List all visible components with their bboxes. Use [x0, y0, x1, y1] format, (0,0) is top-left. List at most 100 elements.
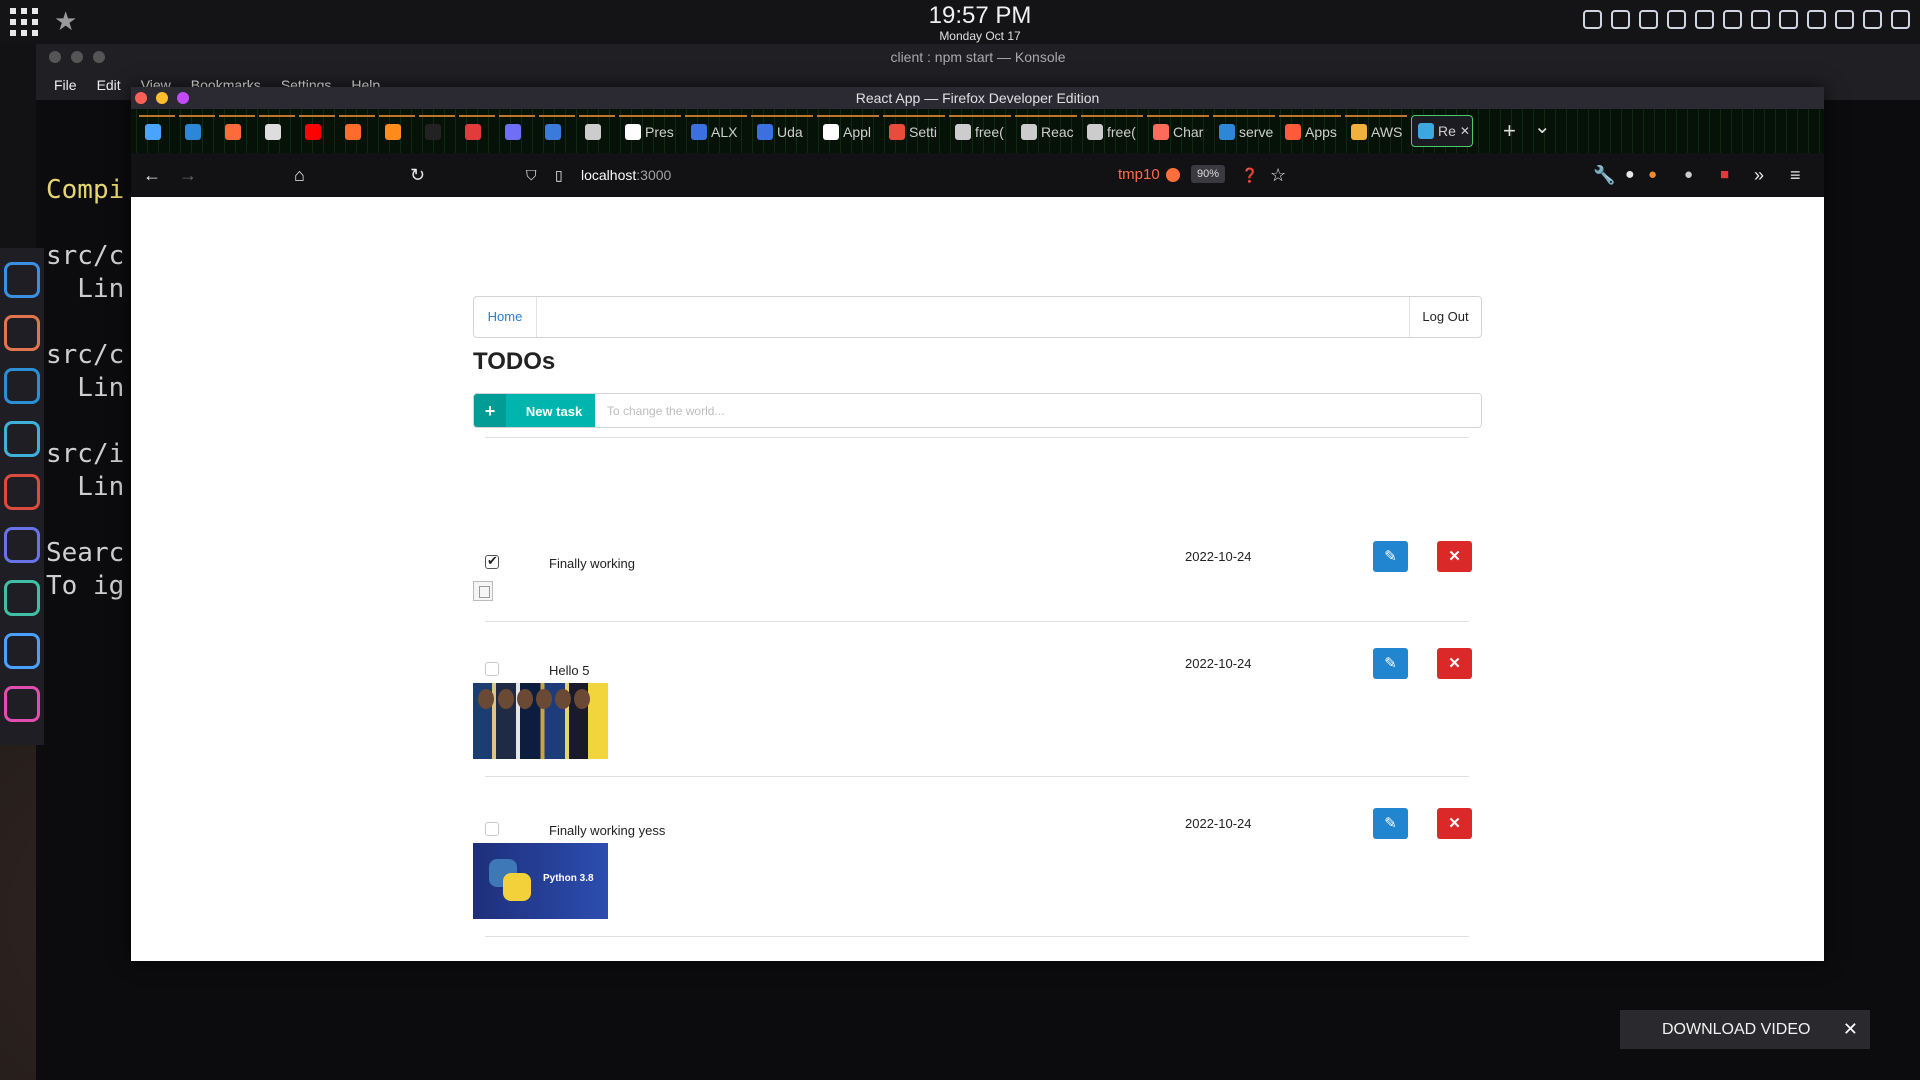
edit-pencil-button[interactable]: ✎ [1373, 808, 1408, 839]
extension-red-icon[interactable]: ■ [1720, 153, 1729, 197]
dropbox-icon[interactable] [1723, 10, 1742, 29]
bookmark-star-icon[interactable]: ☆ [1270, 153, 1286, 197]
wifi-icon[interactable] [1807, 10, 1826, 29]
tab-close-icon[interactable]: ✕ [1460, 124, 1470, 138]
browser-tab[interactable] [179, 115, 215, 147]
url-bar[interactable]: localhost:3000 [581, 153, 671, 197]
home-link[interactable]: Home [474, 297, 537, 337]
home-icon[interactable]: ⌂ [294, 153, 305, 197]
browser-tab[interactable] [259, 115, 295, 147]
browser-tab[interactable]: free( [949, 115, 1011, 147]
back-arrow-icon[interactable]: ← [143, 153, 161, 197]
browser-tab[interactable] [379, 115, 415, 147]
browser-tab[interactable] [299, 115, 335, 147]
browser-tab[interactable]: Uda [751, 115, 813, 147]
alert-icon[interactable] [1583, 10, 1602, 29]
todoist-icon[interactable] [4, 474, 40, 510]
plus-icon: + [474, 394, 506, 427]
download-video-banner[interactable]: DOWNLOAD VIDEO ✕ [1620, 1010, 1870, 1049]
terminal-line: src/i [46, 439, 125, 469]
konsole-minimize-button[interactable] [71, 51, 83, 63]
container-label[interactable]: tmp10 [1118, 153, 1160, 197]
shield-icon[interactable]: ⛉ [526, 153, 537, 197]
browser-tab[interactable] [499, 115, 535, 147]
browser-tab[interactable]: Char [1147, 115, 1209, 147]
overflow-chevron-icon[interactable]: » [1754, 153, 1764, 197]
delete-button[interactable]: ✕ [1437, 648, 1472, 679]
browser-tab[interactable] [579, 115, 615, 147]
reload-icon[interactable]: ↻ [410, 153, 425, 197]
wrench-icon[interactable]: 🔧 [1593, 153, 1615, 197]
delete-button[interactable]: ✕ [1437, 541, 1472, 572]
todo-checkbox[interactable] [485, 553, 499, 569]
edit-icon[interactable] [1667, 10, 1686, 29]
konsole-menu-file[interactable]: File [54, 70, 77, 100]
new-task-button[interactable]: + New task [474, 394, 595, 427]
favorites-star-icon[interactable]: ★ [54, 6, 77, 36]
window-maximize-button[interactable] [177, 92, 189, 104]
battery-icon[interactable] [1863, 10, 1882, 29]
browser-tab[interactable] [219, 115, 255, 147]
vscode-icon[interactable] [4, 368, 40, 404]
terminal-icon[interactable] [4, 421, 40, 457]
todo-checkbox[interactable] [485, 662, 499, 676]
new-tab-plus-icon[interactable]: + [1503, 118, 1516, 144]
window-minimize-button[interactable] [156, 92, 168, 104]
close-icon[interactable]: ✕ [1843, 1010, 1858, 1049]
system-top-panel: ★ 19:57 PM Monday Oct 17 [0, 0, 1920, 44]
display-icon[interactable] [1751, 10, 1770, 29]
forward-arrow-icon[interactable]: → [179, 153, 197, 197]
pocket-icon[interactable]: ● [1625, 153, 1635, 197]
todo-checkbox[interactable] [485, 822, 499, 836]
browser-tab[interactable]: Pres [619, 115, 681, 147]
browser-tab[interactable] [419, 115, 455, 147]
delete-button[interactable]: ✕ [1437, 808, 1472, 839]
media-player-icon[interactable] [4, 527, 40, 563]
keepass-icon[interactable] [4, 580, 40, 616]
help-icon[interactable]: ❓ [1241, 153, 1258, 197]
browser-tab[interactable]: ALX [685, 115, 747, 147]
extension-gray-icon[interactable]: ● [1684, 153, 1693, 197]
konsole-maximize-button[interactable] [93, 51, 105, 63]
tab-list-chevron-down-icon[interactable]: ⌄ [1534, 114, 1551, 139]
browser-tab[interactable]: free( [1081, 115, 1143, 147]
browser-tab[interactable] [139, 115, 175, 147]
edit-pencil-button[interactable]: ✎ [1373, 541, 1408, 572]
system-clock[interactable]: 19:57 PM Monday Oct 17 [880, 2, 1080, 42]
browser-tab[interactable] [539, 115, 575, 147]
cut-icon[interactable] [1695, 10, 1714, 29]
konsole-menu-edit[interactable]: Edit [97, 70, 121, 100]
clipboard-icon[interactable] [1779, 10, 1798, 29]
browser-tab[interactable]: Reac [1015, 115, 1077, 147]
new-task-input[interactable] [595, 394, 1481, 427]
edit-pencil-button[interactable]: ✎ [1373, 648, 1408, 679]
extension-orange-icon[interactable]: ● [1648, 153, 1657, 197]
chrome-icon[interactable] [1611, 10, 1630, 29]
konsole-close-button[interactable] [49, 51, 61, 63]
page-icon[interactable]: ▯ [555, 153, 563, 197]
browser-tab[interactable]: Re ✕ [1411, 115, 1473, 147]
notes-icon[interactable] [4, 686, 40, 722]
mail-icon[interactable] [4, 262, 40, 298]
todo-text: Hello 5 [549, 663, 590, 678]
volume-icon[interactable] [1835, 10, 1854, 29]
browser-tab[interactable]: AWS [1345, 115, 1407, 147]
logout-button[interactable]: Log Out [1409, 297, 1481, 337]
browser-tab[interactable] [459, 115, 495, 147]
browser-tab[interactable]: Appl [817, 115, 879, 147]
firefox-icon[interactable] [4, 633, 40, 669]
window-close-button[interactable] [135, 92, 147, 104]
browser-tab[interactable] [339, 115, 375, 147]
browser-tab[interactable]: Apps [1279, 115, 1341, 147]
settings-icon[interactable] [1639, 10, 1658, 29]
chevron-down-icon[interactable] [1891, 10, 1910, 29]
files-icon[interactable] [4, 315, 40, 351]
tab-label: Re [1438, 123, 1456, 139]
browser-tab[interactable]: Setti [883, 115, 945, 147]
zoom-level[interactable]: 90% [1191, 165, 1226, 183]
menu-hamburger-icon[interactable]: ≡ [1790, 153, 1801, 197]
browser-tab[interactable]: serve [1213, 115, 1275, 147]
terminal-line: Compi [46, 175, 125, 205]
app-launcher-icon[interactable] [8, 6, 38, 36]
